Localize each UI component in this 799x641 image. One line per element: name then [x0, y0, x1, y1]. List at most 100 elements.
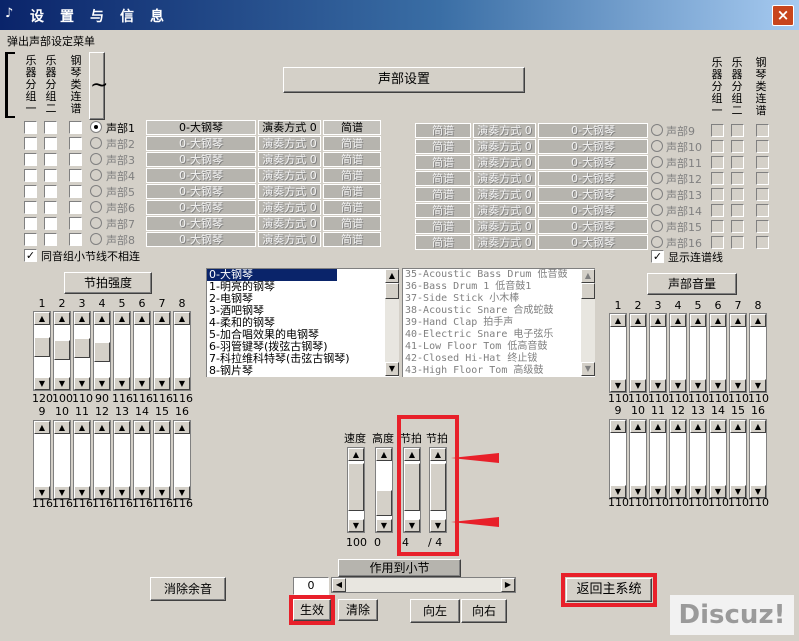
slider-down-icon[interactable]: ▼ — [376, 519, 392, 532]
notation-cell[interactable]: 简谱 — [323, 120, 381, 135]
right-group1-checkbox[interactable] — [711, 172, 724, 185]
voice-radio[interactable] — [90, 169, 102, 181]
scroll-down-icon[interactable]: ▼ — [385, 362, 399, 376]
scroll-thumb[interactable] — [581, 283, 595, 299]
level-slider[interactable]: ▲ ▼ — [173, 420, 191, 500]
voice-radio[interactable] — [651, 236, 663, 248]
left-group2-checkbox[interactable] — [44, 169, 57, 182]
level-slider[interactable]: ▲ ▼ — [629, 419, 647, 499]
level-slider[interactable]: ▲ ▼ — [53, 311, 71, 391]
slider-thumb[interactable] — [348, 463, 364, 511]
scroll-up-icon[interactable]: ▲ — [385, 269, 399, 283]
slider-up-icon[interactable]: ▲ — [174, 312, 190, 325]
slider-down-icon[interactable]: ▼ — [134, 377, 150, 390]
drum-list-scrollbar[interactable]: ▲ ▼ — [581, 269, 595, 376]
left-piano-checkbox[interactable] — [69, 121, 82, 134]
notation-cell[interactable]: 简谱 — [415, 235, 471, 250]
play-mode-cell[interactable]: 演奏方式 0 — [473, 155, 536, 170]
left-group2-checkbox[interactable] — [44, 201, 57, 214]
left-piano-checkbox[interactable] — [69, 153, 82, 166]
level-slider[interactable]: ▲ ▼ — [133, 420, 151, 500]
level-slider[interactable]: ▲ ▼ — [649, 419, 667, 499]
right-button[interactable]: 向右 — [461, 599, 507, 623]
control-slider[interactable]: ▲ ▼ — [375, 447, 393, 533]
drum-list[interactable]: 35-Acoustic Bass Drum 低音鼓 36-Bass Drum 1 … — [402, 268, 595, 377]
instrument-cell[interactable]: 0-大钢琴 — [146, 168, 256, 183]
voice-radio[interactable] — [651, 140, 663, 152]
notation-cell[interactable]: 简谱 — [415, 123, 471, 138]
level-slider[interactable]: ▲ ▼ — [709, 313, 727, 393]
left-group2-checkbox[interactable] — [44, 153, 57, 166]
measure-scrollbar[interactable]: ◀ ▶ — [331, 577, 516, 593]
slider-down-icon[interactable]: ▼ — [154, 377, 170, 390]
instrument-cell[interactable]: 0-大钢琴 — [146, 136, 256, 151]
drum-list-item[interactable]: 37-Side Stick 小木棒 — [403, 293, 581, 305]
slider-up-icon[interactable]: ▲ — [54, 312, 70, 325]
slider-up-icon[interactable]: ▲ — [750, 420, 766, 433]
slider-up-icon[interactable]: ▲ — [610, 420, 626, 433]
slider-up-icon[interactable]: ▲ — [74, 312, 90, 325]
right-piano-checkbox[interactable] — [756, 220, 769, 233]
instrument-cell[interactable]: 0-大钢琴 — [146, 232, 256, 247]
notation-cell[interactable]: 简谱 — [323, 152, 381, 167]
left-group1-checkbox[interactable] — [24, 137, 37, 150]
drum-list-item[interactable]: 43-High Floor Tom 高级鼓 — [403, 365, 581, 377]
level-slider[interactable]: ▲ ▼ — [709, 419, 727, 499]
play-mode-cell[interactable]: 演奏方式 0 — [473, 219, 536, 234]
right-group2-checkbox[interactable] — [731, 172, 744, 185]
voice-radio[interactable] — [90, 153, 102, 165]
left-piano-checkbox[interactable] — [69, 169, 82, 182]
notation-cell[interactable]: 简谱 — [323, 184, 381, 199]
slider-up-icon[interactable]: ▲ — [174, 421, 190, 434]
slider-up-icon[interactable]: ▲ — [690, 314, 706, 327]
notation-cell[interactable]: 简谱 — [415, 219, 471, 234]
left-group2-checkbox[interactable] — [44, 217, 57, 230]
left-piano-checkbox[interactable] — [69, 137, 82, 150]
right-group2-checkbox[interactable] — [731, 236, 744, 249]
instrument-cell[interactable]: 0-大钢琴 — [538, 155, 648, 170]
slider-down-icon[interactable]: ▼ — [650, 379, 666, 392]
slider-thumb[interactable] — [376, 490, 392, 516]
right-group1-checkbox[interactable] — [711, 124, 724, 137]
left-group2-checkbox[interactable] — [44, 121, 57, 134]
slider-up-icon[interactable]: ▲ — [710, 420, 726, 433]
voice-radio[interactable] — [90, 121, 102, 133]
instrument-cell[interactable]: 0-大钢琴 — [146, 184, 256, 199]
left-group2-checkbox[interactable] — [44, 233, 57, 246]
slider-thumb[interactable] — [54, 340, 70, 360]
level-slider[interactable]: ▲ ▼ — [33, 420, 51, 500]
voice-radio[interactable] — [90, 185, 102, 197]
play-mode-cell[interactable]: 演奏方式 0 — [473, 123, 536, 138]
level-slider[interactable]: ▲ ▼ — [689, 313, 707, 393]
slider-up-icon[interactable]: ▲ — [114, 312, 130, 325]
notation-cell[interactable]: 简谱 — [415, 155, 471, 170]
slider-down-icon[interactable]: ▼ — [610, 379, 626, 392]
instrument-cell[interactable]: 0-大钢琴 — [538, 123, 648, 138]
right-group1-checkbox[interactable] — [711, 188, 724, 201]
slider-up-icon[interactable]: ▲ — [610, 314, 626, 327]
drum-list-item[interactable]: 36-Bass Drum 1 低音鼓1 — [403, 281, 581, 293]
level-slider[interactable]: ▲ ▼ — [749, 313, 767, 393]
notation-cell[interactable]: 简谱 — [415, 187, 471, 202]
drum-list-item[interactable]: 38-Acoustic Snare 合成蛇鼓 — [403, 305, 581, 317]
left-group1-checkbox[interactable] — [24, 233, 37, 246]
level-slider[interactable]: ▲ ▼ — [113, 420, 131, 500]
drum-list-item[interactable]: 42-Closed Hi-Hat 终止钹 — [403, 353, 581, 365]
right-group1-checkbox[interactable] — [711, 140, 724, 153]
right-group1-checkbox[interactable] — [711, 236, 724, 249]
slider-down-icon[interactable]: ▼ — [114, 377, 130, 390]
level-slider[interactable]: ▲ ▼ — [153, 420, 171, 500]
slider-down-icon[interactable]: ▼ — [710, 379, 726, 392]
slider-down-icon[interactable]: ▼ — [94, 377, 110, 390]
level-slider[interactable]: ▲ ▼ — [649, 313, 667, 393]
level-slider[interactable]: ▲ ▼ — [749, 419, 767, 499]
slider-up-icon[interactable]: ▲ — [670, 314, 686, 327]
voice-settings-button[interactable]: 声部设置 — [283, 67, 525, 93]
drum-list-item[interactable]: 41-Low Floor Tom 低高音鼓 — [403, 341, 581, 353]
slider-thumb[interactable] — [74, 338, 90, 358]
left-group1-checkbox[interactable] — [24, 217, 37, 230]
left-piano-checkbox[interactable] — [69, 217, 82, 230]
slider-down-icon[interactable]: ▼ — [670, 379, 686, 392]
play-mode-cell[interactable]: 演奏方式 0 — [473, 187, 536, 202]
notation-cell[interactable]: 简谱 — [323, 232, 381, 247]
